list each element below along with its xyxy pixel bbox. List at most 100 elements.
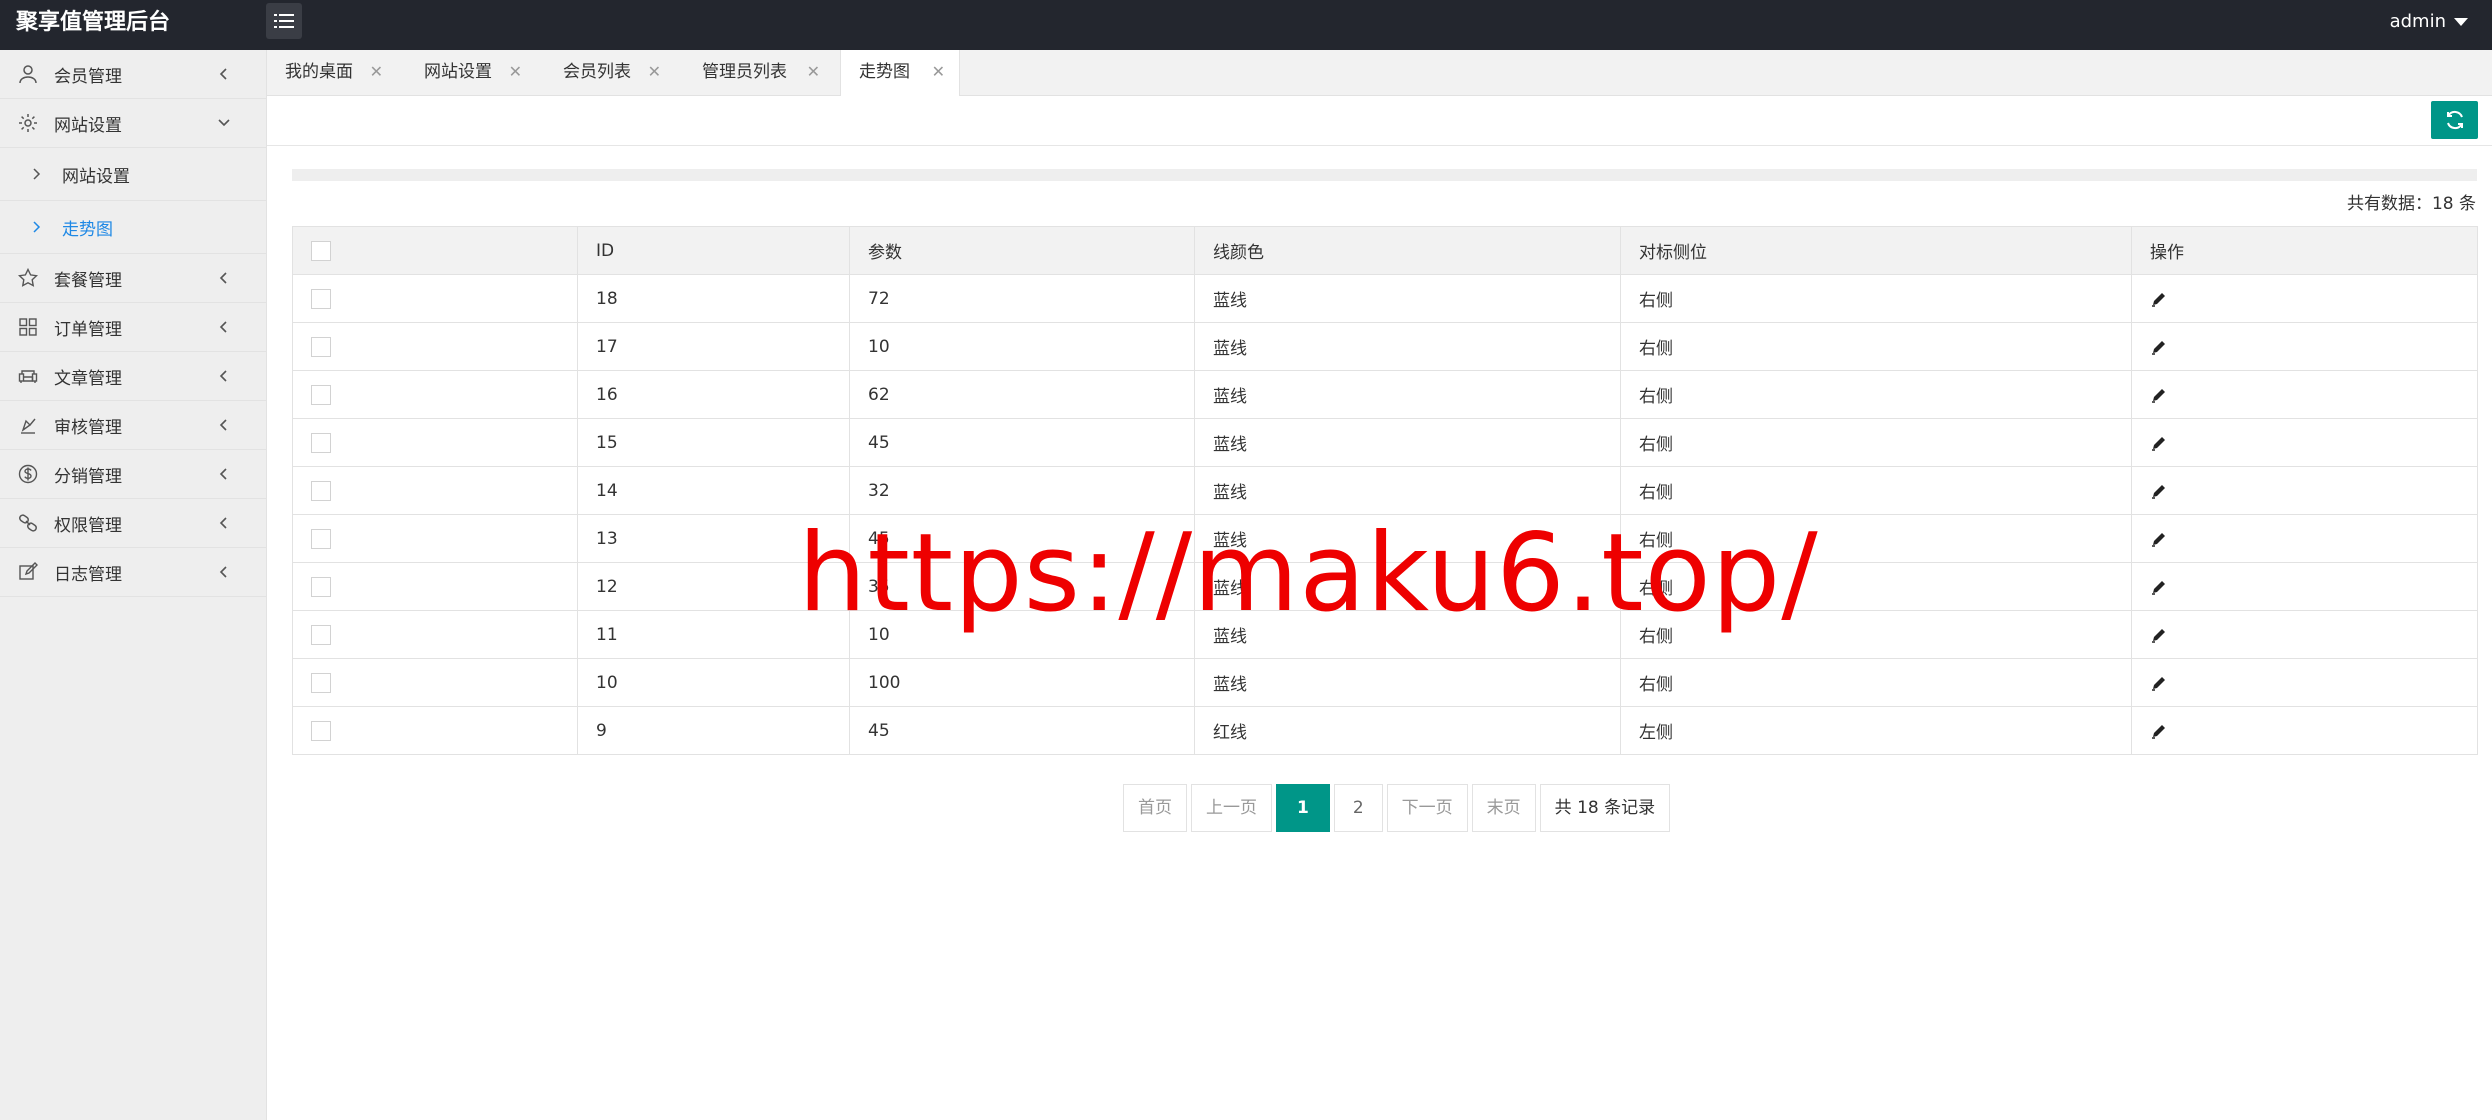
total-count: 共有数据：18 条 <box>2346 194 2476 214</box>
sidebar: 会员管理 网站设置 网站设置 走势图 套餐管理 订单管理 文章管理 审核管理 分… <box>0 50 267 1120</box>
row-checkbox[interactable] <box>311 576 331 597</box>
row-select-cell <box>292 466 578 515</box>
page-button[interactable]: 2 <box>1333 784 1383 832</box>
refresh-button[interactable] <box>2431 101 2478 139</box>
sidebar-item-review[interactable]: 审核管理 <box>0 401 266 450</box>
page-button[interactable]: 1 <box>1276 784 1330 832</box>
cell-actions <box>2131 562 2478 611</box>
column-header: 操作 <box>2131 226 2478 275</box>
username: admin <box>2389 11 2446 32</box>
column-header: 参数 <box>849 226 1195 275</box>
link-icon <box>16 511 40 535</box>
tab-site-settings[interactable]: 网站设置 ✕ <box>406 50 536 96</box>
close-icon[interactable]: ✕ <box>932 50 945 94</box>
cell-actions <box>2131 274 2478 323</box>
tab-member-list[interactable]: 会员列表 ✕ <box>545 50 675 96</box>
row-checkbox[interactable] <box>311 528 331 549</box>
edit-pencil-icon[interactable] <box>2150 386 2168 404</box>
row-checkbox[interactable] <box>311 624 331 645</box>
edit-pencil-icon[interactable] <box>2150 674 2168 692</box>
edit-pencil-icon[interactable] <box>2150 338 2168 356</box>
next-page-button[interactable]: 下一页 <box>1386 784 1468 832</box>
close-icon[interactable]: ✕ <box>509 50 522 94</box>
cell-actions <box>2131 418 2478 467</box>
caret-down-icon <box>2454 18 2468 26</box>
last-page-button[interactable]: 末页 <box>1471 784 1536 832</box>
sidebar-subitem-site-settings[interactable]: 网站设置 <box>0 148 266 201</box>
table-row: 14 32 蓝线 右侧 <box>292 466 2478 515</box>
close-icon[interactable]: ✕ <box>648 50 661 94</box>
row-checkbox[interactable] <box>311 672 331 693</box>
sidebar-subitem-trend-chart[interactable]: 走势图 <box>0 201 266 254</box>
data-table: ID 参数 线颜色 对标侧位 操作 18 72 蓝线 右侧 17 10 蓝线 右侧 16 62 蓝线… <box>292 226 2478 755</box>
sidebar-item-site-settings[interactable]: 网站设置 <box>0 99 266 148</box>
close-icon[interactable]: ✕ <box>370 50 383 94</box>
sidebar-item-orders[interactable]: 订单管理 <box>0 303 266 352</box>
row-select-cell <box>292 610 578 659</box>
cell-param: 100 <box>849 658 1195 707</box>
row-checkbox[interactable] <box>311 288 331 309</box>
edit-pencil-icon[interactable] <box>2150 722 2168 740</box>
edit-pencil-icon[interactable] <box>2150 626 2168 644</box>
edit-pencil-icon[interactable] <box>2150 434 2168 452</box>
app-title: 聚享值管理后台 <box>16 10 171 35</box>
cell-param: 72 <box>849 274 1195 323</box>
sidebar-item-label: 分销管理 <box>54 466 122 487</box>
prev-page-button[interactable]: 上一页 <box>1191 784 1272 832</box>
tab-label: 我的桌面 <box>285 62 353 82</box>
close-icon[interactable]: ✕ <box>807 50 820 94</box>
row-checkbox[interactable] <box>311 720 331 741</box>
edit-pencil-icon[interactable] <box>2150 290 2168 308</box>
row-checkbox[interactable] <box>311 432 331 453</box>
sidebar-item-packages[interactable]: 套餐管理 <box>0 254 266 303</box>
sidebar-item-members[interactable]: 会员管理 <box>0 50 266 99</box>
edit-pencil-icon[interactable] <box>2150 482 2168 500</box>
sidebar-item-distribution[interactable]: 分销管理 <box>0 450 266 499</box>
sidebar-item-logs[interactable]: 日志管理 <box>0 548 266 597</box>
cell-actions <box>2131 322 2478 371</box>
row-select-cell <box>292 514 578 563</box>
tab-admin-list[interactable]: 管理员列表 ✕ <box>684 50 834 96</box>
column-header: ID <box>577 226 850 275</box>
sidebar-item-label: 订单管理 <box>54 319 122 340</box>
cell-side: 右侧 <box>1620 274 2132 323</box>
edit-pencil-icon[interactable] <box>2150 530 2168 548</box>
sidebar-item-articles[interactable]: 文章管理 <box>0 352 266 401</box>
tab-trend-chart[interactable]: 走势图 ✕ <box>840 50 960 97</box>
menu-list-icon <box>274 14 294 28</box>
row-checkbox[interactable] <box>311 336 331 357</box>
sidebar-item-label: 文章管理 <box>54 368 122 389</box>
cell-id: 15 <box>577 418 850 467</box>
table-row: 16 62 蓝线 右侧 <box>292 370 2478 419</box>
menu-toggle-button[interactable] <box>266 3 302 39</box>
cell-side: 右侧 <box>1620 418 2132 467</box>
cell-id: 10 <box>577 658 850 707</box>
star-icon <box>16 266 40 290</box>
row-select-cell <box>292 322 578 371</box>
table-header-row: ID 参数 线颜色 对标侧位 操作 <box>292 226 2478 275</box>
row-select-cell <box>292 274 578 323</box>
table-row: 9 45 红线 左侧 <box>292 706 2478 755</box>
first-page-button[interactable]: 首页 <box>1123 784 1187 832</box>
edit-pencil-icon[interactable] <box>2150 578 2168 596</box>
row-checkbox[interactable] <box>311 480 331 501</box>
sidebar-item-label: 套餐管理 <box>54 270 122 291</box>
select-all-checkbox[interactable] <box>311 240 331 261</box>
cell-actions <box>2131 658 2478 707</box>
cell-id: 16 <box>577 370 850 419</box>
pagination: 首页 上一页 1 2 下一页 末页 共 18 条记录 <box>1123 784 1671 832</box>
loading-bar <box>292 169 2477 181</box>
tab-my-desktop[interactable]: 我的桌面 ✕ <box>267 50 397 96</box>
row-select-cell <box>292 658 578 707</box>
sidebar-item-label: 日志管理 <box>54 564 122 585</box>
row-select-cell <box>292 370 578 419</box>
chevron-left-icon <box>219 468 227 480</box>
user-menu[interactable]: admin <box>2390 0 2468 44</box>
row-checkbox[interactable] <box>311 384 331 405</box>
table-row: 10 100 蓝线 右侧 <box>292 658 2478 707</box>
sidebar-item-permissions[interactable]: 权限管理 <box>0 499 266 548</box>
cell-param: 32 <box>849 466 1195 515</box>
chevron-left-icon <box>219 272 227 284</box>
sidebar-subitem-label: 网站设置 <box>62 166 130 187</box>
chevron-down-icon <box>218 119 230 127</box>
